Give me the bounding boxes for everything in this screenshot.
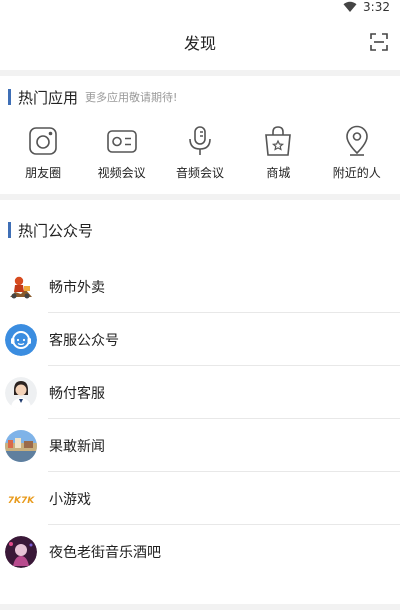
- public-accounts-title: 热门公众号: [18, 221, 94, 240]
- shopping-bag-icon: [261, 124, 295, 158]
- public-accounts-list: 畅市外卖 客服公众号 畅付客服 果敢新闻 7K7K 小游戏 夜色老街音乐酒吧: [0, 260, 400, 578]
- app-mall[interactable]: 商城: [242, 118, 314, 190]
- hot-apps-header: 热门应用 更多应用敬请期待!: [0, 76, 400, 118]
- hot-apps-subtitle: 更多应用敬请期待!: [85, 91, 178, 104]
- list-item-customer-service[interactable]: 客服公众号: [0, 313, 400, 366]
- hot-apps-title: 热门应用: [18, 88, 79, 107]
- bottom-divider: [0, 604, 400, 610]
- delivery-avatar-icon: [5, 270, 37, 303]
- public-accounts-header: 热门公众号: [0, 200, 400, 260]
- account-name: 畅付客服: [49, 385, 105, 402]
- app-label: 商城: [266, 166, 291, 180]
- list-item-news[interactable]: 果敢新闻: [0, 419, 400, 472]
- account-name: 畅市外卖: [49, 279, 105, 296]
- scan-icon[interactable]: [370, 33, 388, 51]
- account-name: 客服公众号: [49, 332, 119, 349]
- list-item-delivery[interactable]: 畅市外卖: [0, 260, 400, 313]
- status-bar: 3:32: [0, 0, 400, 14]
- customer-service-avatar-icon: [5, 323, 37, 356]
- camera-icon: [26, 124, 60, 158]
- section-accent-bar: [8, 89, 11, 105]
- app-label: 朋友圈: [25, 166, 62, 180]
- agent-avatar-icon: [5, 376, 37, 409]
- game-logo-text: 7K7K: [8, 496, 35, 506]
- hot-apps-grid: 朋友圈 视频会议 音频会议 商城 附近的人: [0, 118, 400, 190]
- game-logo-icon: 7K7K: [5, 482, 37, 515]
- page-title: 发现: [183, 34, 216, 53]
- video-icon: [105, 124, 139, 158]
- location-pin-icon: [340, 124, 374, 158]
- title-bar: 发现: [0, 14, 400, 70]
- account-name: 夜色老街音乐酒吧: [49, 544, 161, 561]
- bar-avatar-icon: [5, 535, 37, 568]
- news-avatar-icon: [5, 429, 37, 462]
- app-video-meeting[interactable]: 视频会议: [86, 118, 158, 190]
- app-label: 附近的人: [332, 166, 381, 180]
- app-audio-meeting[interactable]: 音频会议: [164, 118, 236, 190]
- account-name: 果敢新闻: [49, 438, 105, 455]
- app-label: 视频会议: [97, 166, 146, 180]
- app-label: 音频会议: [175, 166, 224, 180]
- status-time: 3:32: [363, 0, 390, 14]
- microphone-icon: [183, 124, 217, 158]
- app-moments[interactable]: 朋友圈: [7, 118, 79, 190]
- section-accent-bar: [8, 222, 11, 238]
- account-name: 小游戏: [49, 491, 91, 508]
- app-nearby-people[interactable]: 附近的人: [321, 118, 393, 190]
- wifi-icon: [343, 1, 357, 13]
- list-item-payment-service[interactable]: 畅付客服: [0, 366, 400, 419]
- list-item-mini-games[interactable]: 7K7K 小游戏: [0, 472, 400, 525]
- list-item-music-bar[interactable]: 夜色老街音乐酒吧: [0, 525, 400, 578]
